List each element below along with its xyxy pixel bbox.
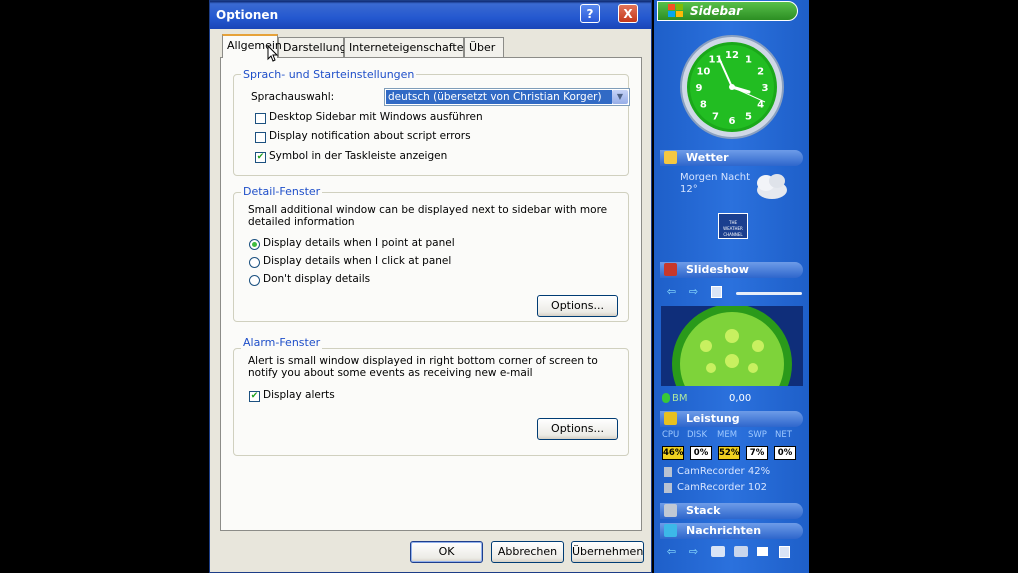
title-bar[interactable]: Optionen ? X <box>210 1 651 29</box>
checkbox-start-with-windows-label: Desktop Sidebar mit Windows ausführen <box>269 111 483 123</box>
weather-channel-logo[interactable]: THE WEATHER CHANNEL <box>718 213 748 239</box>
help-button[interactable]: ? <box>580 4 600 23</box>
ok-button[interactable]: OK <box>410 541 483 563</box>
checkbox-tray-icon-label: Symbol in der Taskleiste anzeigen <box>269 150 448 162</box>
slideshow-icon <box>664 263 677 276</box>
alarm-description: Alert is small window displayed in right… <box>248 355 598 379</box>
detail-group-title: Detail-Fenster <box>241 185 323 198</box>
clock-numeral: 5 <box>745 112 752 123</box>
weather-line2: 12° <box>680 184 698 195</box>
checkbox-script-errors-label: Display notification about script errors <box>269 130 471 142</box>
sidebar-title: Sidebar <box>690 4 743 18</box>
clock-numeral: 9 <box>696 83 703 94</box>
process-icon <box>664 483 672 493</box>
clock-numeral: 12 <box>725 50 739 61</box>
tab-panel-general: Sprach- und Starteinstellungen Sprachaus… <box>220 57 642 531</box>
perf-value-net: 0% <box>774 446 796 460</box>
close-button[interactable]: X <box>618 4 638 23</box>
checkbox-display-alerts-label: Display alerts <box>263 389 335 401</box>
clock-panel[interactable]: 12 1234567891011 <box>679 34 785 140</box>
radio-detail-none[interactable] <box>249 275 260 286</box>
process-line1: CamRecorder 42% <box>677 466 771 477</box>
panel-view-icon[interactable] <box>757 547 768 556</box>
weather-line1: Morgen Nacht <box>680 172 751 183</box>
media-value: 0,00 <box>729 393 752 404</box>
tab-darstellung[interactable]: Darstellung <box>278 37 347 57</box>
detail-options-button[interactable]: Options... <box>537 295 618 317</box>
perf-header-net: NET <box>775 430 792 440</box>
radio-detail-point-label: Display details when I point at panel <box>263 237 455 249</box>
language-select[interactable]: deutsch (übersetzt von Christian Korger)… <box>384 88 630 106</box>
detail-description: Small additional window can be displayed… <box>248 204 608 228</box>
clock-numeral: 1 <box>745 54 752 65</box>
perf-value-mem: 52% <box>718 446 740 460</box>
settings-icon[interactable] <box>734 546 748 557</box>
alarm-group-title: Alarm-Fenster <box>241 336 323 349</box>
next-arrow-icon[interactable]: ⇨ <box>687 286 700 297</box>
cancel-button[interactable]: Abbrechen <box>491 541 564 563</box>
sun-icon <box>664 151 677 164</box>
mouse-cursor-icon <box>267 45 279 62</box>
weather-header[interactable]: Wetter <box>660 150 803 166</box>
cloud-icon <box>757 174 787 199</box>
clock-numeral: 10 <box>696 67 710 78</box>
windows-flag-icon <box>668 4 683 17</box>
refresh-icon[interactable] <box>779 546 790 558</box>
news-previous-icon[interactable]: ⇦ <box>665 546 678 557</box>
radio-detail-click[interactable] <box>249 257 260 268</box>
tab-ueber[interactable]: Über <box>464 37 504 57</box>
news-header[interactable]: Nachrichten <box>660 523 803 539</box>
tab-interneteigenschaften[interactable]: Interneteigenschaften <box>344 37 470 57</box>
perf-value-swp: 7% <box>746 446 768 460</box>
alarm-options-button[interactable]: Options... <box>537 418 618 440</box>
news-icon <box>664 524 677 537</box>
news-next-icon[interactable]: ⇨ <box>687 546 700 557</box>
stack-header[interactable]: Stack <box>660 503 803 519</box>
slideshow-progress[interactable] <box>736 292 802 295</box>
radio-detail-click-label: Display details when I click at panel <box>263 255 452 267</box>
radio-detail-none-label: Don't display details <box>263 273 371 285</box>
options-dialog: Optionen ? X Allgemein Darstellung Inter… <box>209 0 652 573</box>
clock-numeral: 2 <box>757 67 764 78</box>
language-label: Sprachauswahl: <box>251 91 335 103</box>
perf-header-swp: SWP <box>748 430 767 440</box>
network-icon[interactable] <box>711 546 725 557</box>
perf-header-disk: DISK <box>687 430 708 440</box>
checkbox-start-with-windows[interactable] <box>255 113 266 124</box>
checkbox-script-errors[interactable] <box>255 132 266 143</box>
checkbox-display-alerts[interactable]: ✔ <box>249 391 260 402</box>
sidebar-header[interactable]: Sidebar <box>657 1 798 21</box>
clock-numeral: 3 <box>762 83 769 94</box>
apply-button[interactable]: Übernehmen <box>571 541 644 563</box>
performance-header[interactable]: Leistung <box>660 411 803 427</box>
clock-numeral: 7 <box>712 112 719 123</box>
language-group-title: Sprach- und Starteinstellungen <box>241 68 417 81</box>
radio-detail-point[interactable] <box>249 239 260 250</box>
clock-numeral: 6 <box>729 116 736 127</box>
previous-arrow-icon[interactable]: ⇦ <box>665 286 678 297</box>
process-line2: CamRecorder 102 <box>677 482 767 493</box>
media-status-icon <box>662 393 670 403</box>
language-select-value: deutsch (übersetzt von Christian Korger) <box>386 90 612 104</box>
perf-value-cpu: 46% <box>662 446 684 460</box>
perf-header-cpu: CPU <box>662 430 680 440</box>
perf-header-mem: MEM <box>717 430 738 440</box>
process-icon <box>664 467 672 477</box>
slideshow-image[interactable] <box>661 306 803 386</box>
media-label: BM <box>672 393 688 404</box>
refresh-icon[interactable] <box>711 286 722 298</box>
dialog-title: Optionen <box>216 8 279 22</box>
slideshow-header[interactable]: Slideshow <box>660 262 803 278</box>
checkbox-tray-icon[interactable]: ✔ <box>255 152 266 163</box>
perf-value-disk: 0% <box>690 446 712 460</box>
desktop-sidebar: Sidebar 12 1 2 3 4 5 6 7 8 9 10 11 Wetter Morgen Na… <box>654 0 809 573</box>
performance-icon <box>664 412 677 425</box>
stack-icon <box>664 504 677 517</box>
chevron-down-icon[interactable]: ▼ <box>612 90 628 104</box>
clock-numeral: 8 <box>700 100 707 111</box>
